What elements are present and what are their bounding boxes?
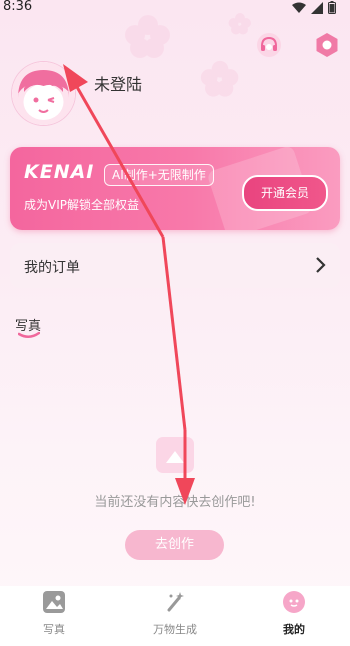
status-bar: 8:36 xyxy=(0,0,350,16)
wifi-icon xyxy=(292,2,306,13)
brand-logo: KENAI xyxy=(24,161,95,183)
empty-image-icon xyxy=(156,437,194,473)
empty-state-message: 当前还没有内容快去创作吧! xyxy=(94,495,256,510)
username-label[interactable]: 未登陆 xyxy=(94,71,142,95)
tab-generate-label: 万物生成 xyxy=(153,623,197,636)
vip-card[interactable]: KENAI AI制作+无限制作 成为VIP解锁全部权益 开通会员 xyxy=(10,147,340,230)
signal-icon xyxy=(311,1,323,14)
vip-tag: AI制作+无限制作 xyxy=(104,164,214,186)
my-orders-row[interactable]: 我的订单 xyxy=(10,243,340,288)
battery-icon xyxy=(328,1,336,14)
tab-my[interactable]: 我的 xyxy=(254,590,334,637)
flower-decoration xyxy=(125,15,170,58)
open-membership-button[interactable]: 开通会员 xyxy=(242,175,328,211)
status-time: 8:36 xyxy=(3,0,33,14)
headset-icon[interactable] xyxy=(256,32,282,58)
tab-my-label: 我的 xyxy=(283,623,305,636)
avatar[interactable] xyxy=(12,62,75,125)
chevron-right-icon xyxy=(316,257,326,273)
my-orders-label: 我的订单 xyxy=(24,260,80,276)
my-icon xyxy=(283,591,305,613)
bottom-tab-bar: 写真 万物生成 我的 xyxy=(0,586,350,646)
magic-wand-icon xyxy=(167,592,184,612)
section-underline-icon xyxy=(18,332,40,338)
tab-photo[interactable]: 写真 xyxy=(14,590,94,637)
vip-description: 成为VIP解锁全部权益 xyxy=(24,198,139,212)
settings-icon[interactable] xyxy=(314,32,340,58)
go-create-button[interactable]: 去创作 xyxy=(125,530,224,560)
flower-decoration xyxy=(200,60,239,97)
avatar-face-icon xyxy=(12,62,75,125)
photo-icon xyxy=(43,591,65,613)
tab-photo-label: 写真 xyxy=(43,623,65,636)
tab-generate[interactable]: 万物生成 xyxy=(135,590,215,637)
